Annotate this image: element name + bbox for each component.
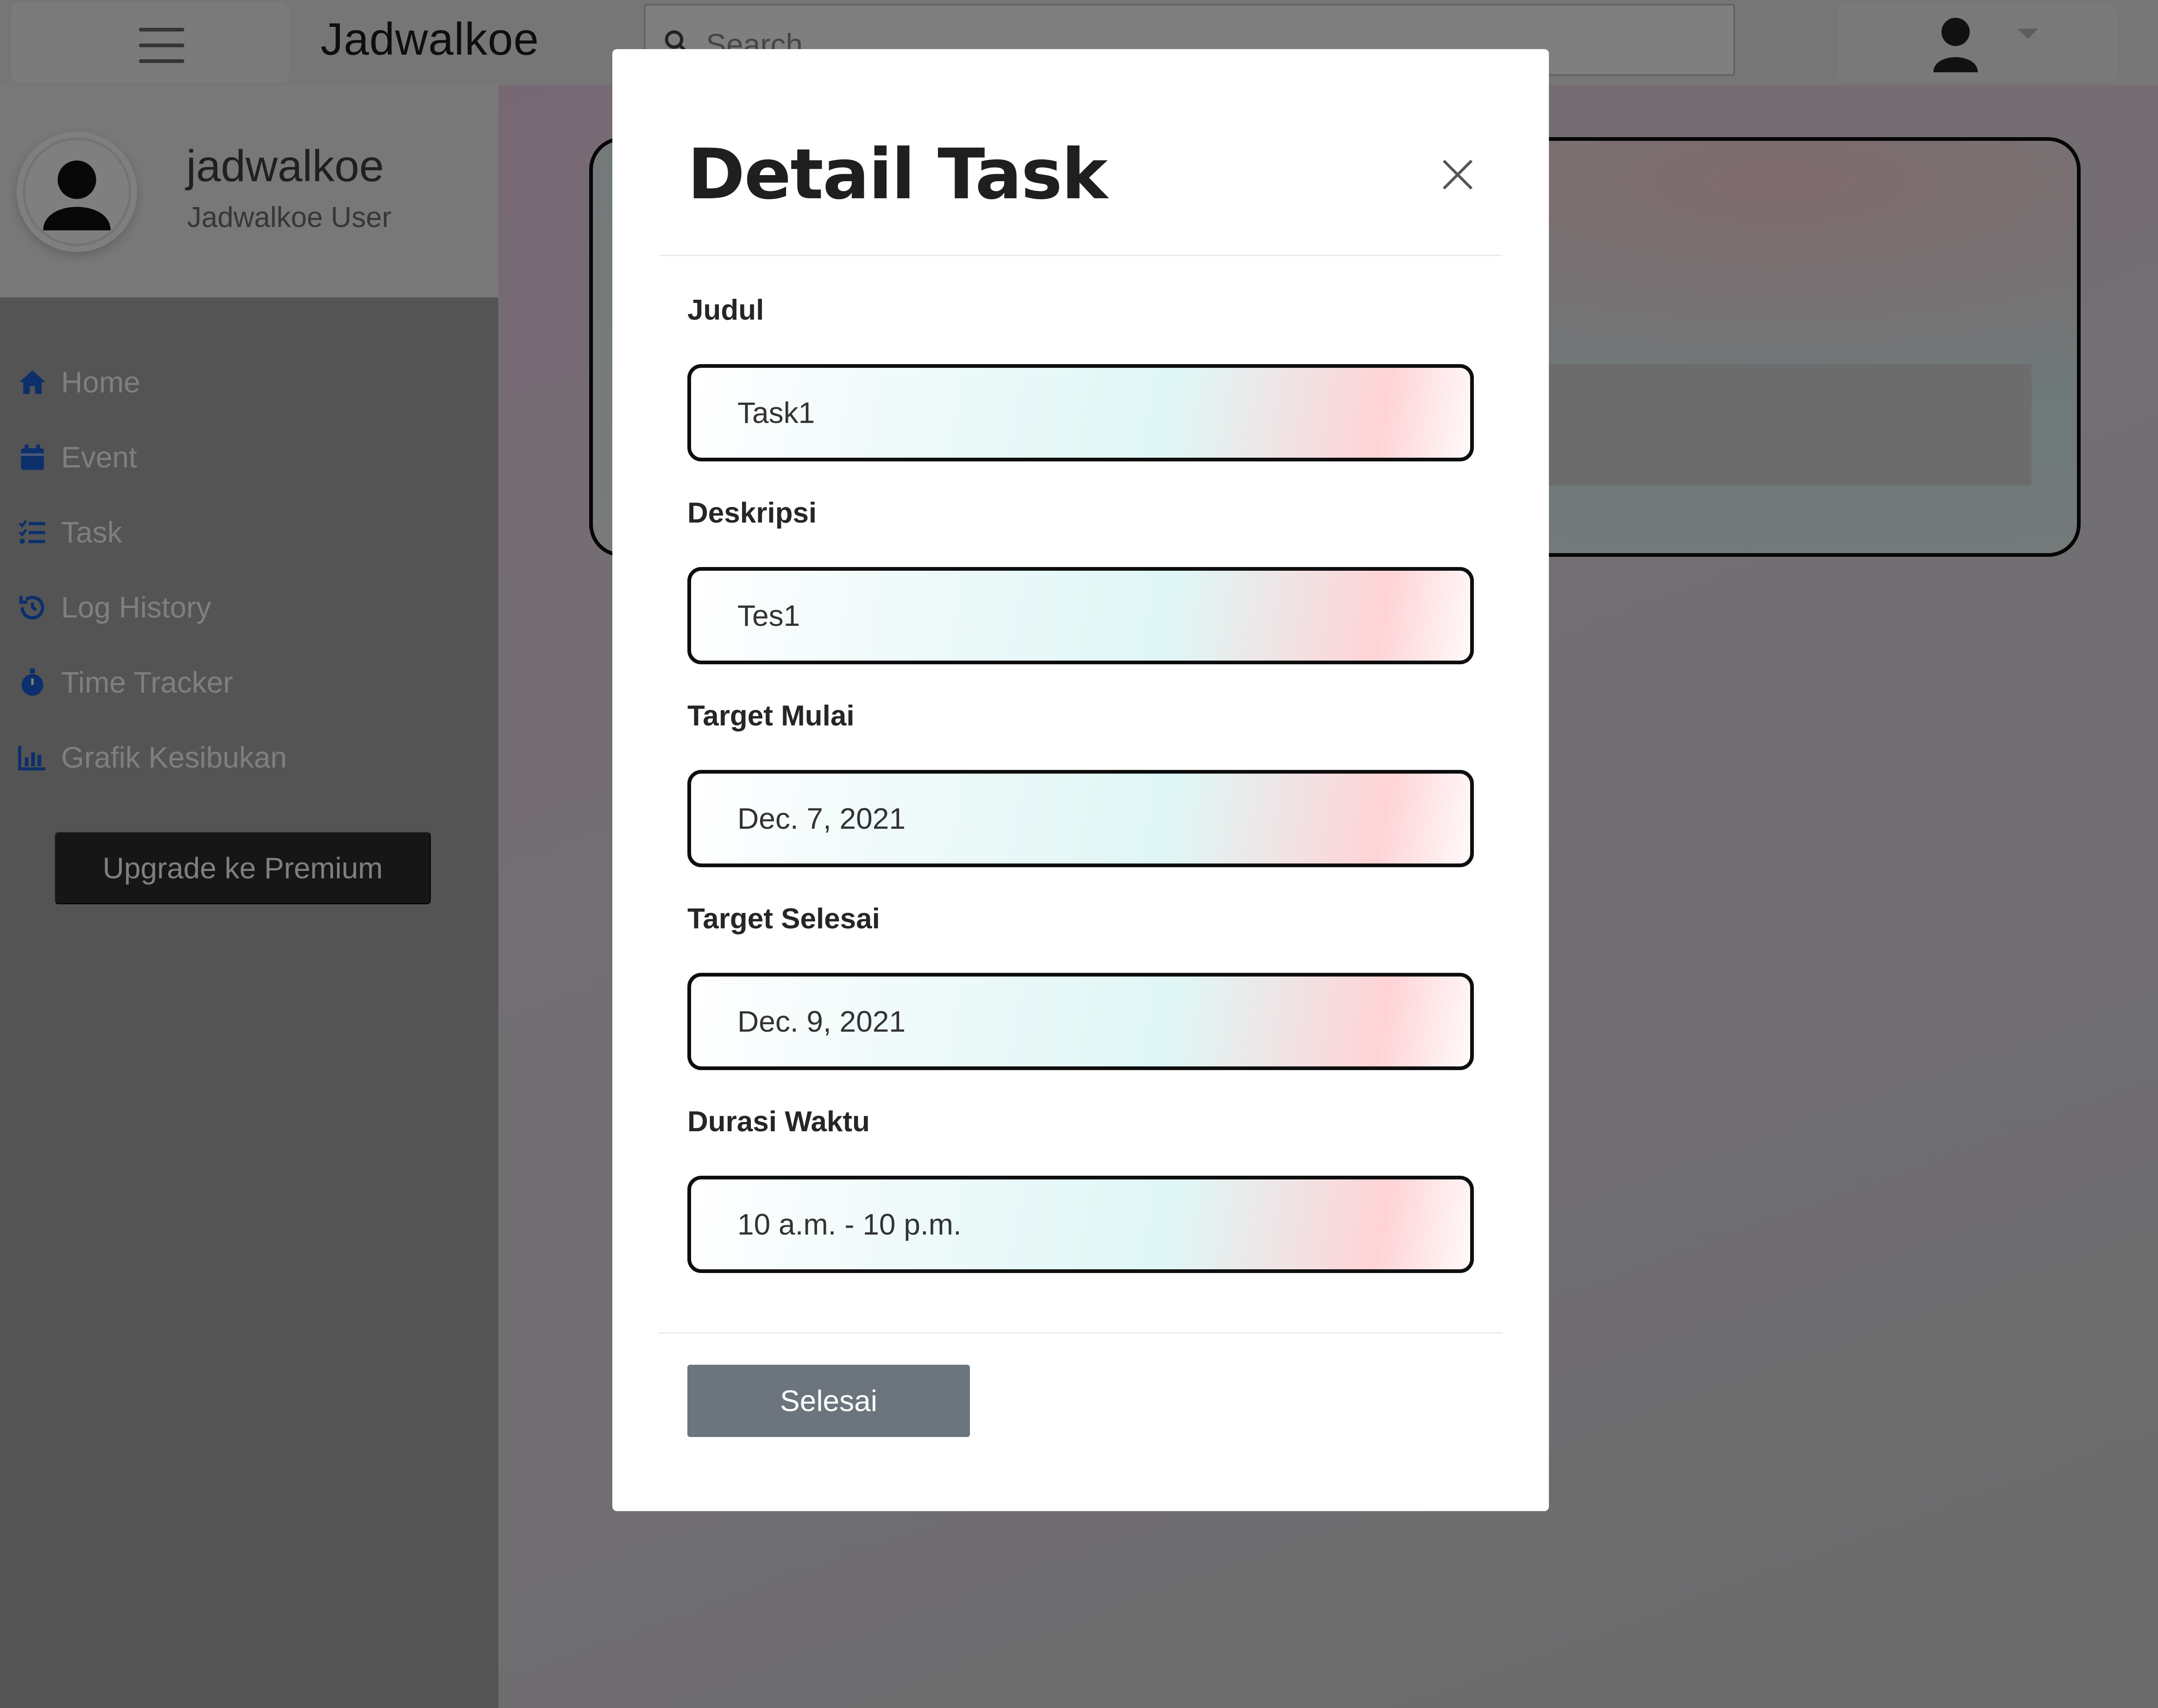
deskripsi-value: Tes1 bbox=[737, 599, 800, 632]
deskripsi-label: Deskripsi bbox=[687, 497, 817, 529]
modal-header-divider bbox=[659, 255, 1503, 256]
judul-value: Task1 bbox=[737, 396, 815, 429]
target-selesai-value: Dec. 9, 2021 bbox=[737, 1005, 906, 1038]
close-icon[interactable] bbox=[1437, 154, 1479, 195]
target-selesai-label: Target Selesai bbox=[687, 903, 880, 935]
modal-title: Detail Task bbox=[687, 134, 1107, 215]
selesai-button[interactable]: Selesai bbox=[687, 1365, 970, 1437]
detail-task-modal: Detail Task Judul Task1 Deskripsi Tes1 T… bbox=[612, 49, 1549, 1511]
durasi-waktu-field[interactable]: 10 a.m. - 10 p.m. bbox=[687, 1176, 1474, 1273]
durasi-waktu-label: Durasi Waktu bbox=[687, 1106, 870, 1138]
modal-footer-divider bbox=[659, 1332, 1503, 1334]
target-mulai-value: Dec. 7, 2021 bbox=[737, 802, 906, 835]
durasi-waktu-value: 10 a.m. - 10 p.m. bbox=[737, 1208, 962, 1241]
target-selesai-field[interactable]: Dec. 9, 2021 bbox=[687, 973, 1474, 1070]
deskripsi-field[interactable]: Tes1 bbox=[687, 567, 1474, 664]
judul-label: Judul bbox=[687, 294, 764, 326]
judul-field[interactable]: Task1 bbox=[687, 364, 1474, 461]
target-mulai-field[interactable]: Dec. 7, 2021 bbox=[687, 770, 1474, 867]
target-mulai-label: Target Mulai bbox=[687, 700, 855, 732]
